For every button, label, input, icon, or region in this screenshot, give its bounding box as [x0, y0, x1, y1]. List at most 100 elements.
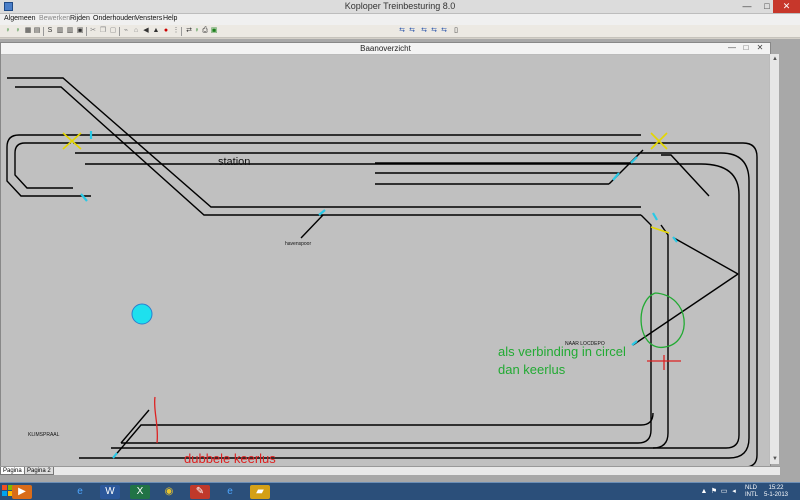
chrome-icon[interactable]: ◉	[159, 485, 179, 499]
tray-flag-icon[interactable]: ⚑	[710, 488, 718, 496]
menu-rijden[interactable]: Rijden	[70, 15, 90, 22]
train-icon[interactable]: ▲	[152, 27, 160, 35]
station-label: station	[218, 156, 251, 168]
block-marker	[631, 340, 638, 346]
tray-language-code: NLD	[745, 485, 758, 491]
media-player-icon[interactable]: ▶	[12, 485, 32, 499]
table-icon[interactable]: ▥	[66, 27, 74, 35]
layout-icon[interactable]: ▤	[33, 27, 41, 35]
s-icon[interactable]: S	[46, 27, 54, 35]
app-window: Koploper Treinbesturing 8.0 — □ ✕ Algeme…	[0, 0, 800, 482]
menu-help[interactable]: Help	[163, 15, 177, 22]
paint-icon[interactable]: ✎	[190, 485, 210, 499]
annotation-blue-dot	[131, 303, 153, 325]
block-marker	[672, 236, 678, 243]
internet-explorer-icon[interactable]: e	[220, 485, 240, 499]
klimspraal-label: KLIMSPRAAL	[28, 432, 60, 438]
annotation-note-green-line2: dan keerlus	[498, 362, 566, 377]
turnout-icon[interactable]: ⌁	[122, 27, 130, 35]
menu-onderhouden[interactable]: Onderhouden	[93, 15, 136, 22]
signal-icon[interactable]: ♀	[14, 27, 22, 35]
child-minimize-button[interactable]: —	[727, 44, 737, 53]
koploper-icon[interactable]: ▰	[250, 485, 270, 499]
scroll-up-arrow-icon[interactable]: ▲	[770, 54, 780, 64]
child-maximize-button[interactable]: □	[741, 44, 751, 53]
block-marker	[80, 193, 88, 202]
sound-icon[interactable]: ◀	[142, 27, 150, 35]
grid-icon[interactable]: ▦	[24, 27, 32, 35]
track-locdepo-2	[673, 237, 739, 275]
vertical-scrollbar[interactable]: ▲ ▼	[769, 54, 779, 464]
internet-explorer-icon[interactable]: e	[70, 485, 90, 499]
tray-date: 5-1-2013	[764, 492, 789, 498]
switch-e-icon[interactable]: ⇆	[440, 27, 448, 35]
word-icon[interactable]: W	[100, 485, 120, 499]
track-branch-outer	[661, 154, 710, 197]
track-branch-mid	[121, 214, 652, 444]
block-marker	[652, 212, 658, 221]
turnout-right-mid	[650, 226, 670, 234]
switch-a-icon[interactable]: ⇆	[398, 27, 406, 35]
annotation-note-red: dubbele keerlus	[184, 451, 276, 466]
table-icon[interactable]: ▥	[56, 27, 64, 35]
tray-language-layout: INTL	[745, 492, 759, 498]
annotation-green-circle	[640, 292, 685, 348]
switch-d-icon[interactable]: ⇆	[430, 27, 438, 35]
lock-icon[interactable]: ⌂	[132, 27, 140, 35]
page-tab-2[interactable]: Pagina 2	[24, 467, 54, 475]
toolbar-separator	[86, 27, 87, 36]
annotation-red-stroke	[153, 396, 159, 444]
tray-language[interactable]: NLD INTL	[745, 485, 758, 499]
page-icon[interactable]: ▯	[452, 27, 460, 35]
tray-time: 15:22	[768, 485, 784, 491]
annotation-note-green-line1: als verbinding in circel	[498, 344, 626, 359]
taskbar: ▶ e W X ◉ ✎ e ▰ ▲ ⚑ ▭ ◂ NLD INTL 15:22 5…	[0, 482, 800, 500]
track-klimspraal-2	[120, 409, 150, 444]
switch-icon[interactable]: ⇄	[185, 27, 193, 35]
signal-green-icon[interactable]: ♀	[4, 27, 12, 35]
block-marker	[612, 172, 620, 181]
export-icon[interactable]: ▣	[210, 27, 218, 35]
track-left-loop-inner	[14, 142, 73, 189]
stop-icon[interactable]: ●	[162, 27, 170, 35]
tray-clock[interactable]: 15:22 5-1-2013	[764, 485, 788, 499]
track-main-2	[73, 142, 758, 467]
turnout-right-top	[650, 132, 668, 150]
havenspoor-label: havenspoor	[285, 241, 312, 247]
tray-monitor-icon[interactable]: ▭	[720, 488, 728, 496]
track-locdepo	[632, 273, 739, 346]
block-marker	[112, 452, 118, 459]
menu-bewerken[interactable]: Bewerken	[39, 15, 70, 22]
menu-algemeen[interactable]: Algemeen	[4, 15, 36, 22]
paste-icon[interactable]: ▢	[109, 27, 117, 35]
scroll-down-arrow-icon[interactable]: ▼	[770, 454, 780, 464]
minimize-button[interactable]: —	[736, 0, 758, 13]
toolbar-separator	[181, 27, 182, 36]
menu-bar: Algemeen Bewerken Rijden Onderhouden Ven…	[0, 14, 800, 25]
track-overview-title: Baanoverzicht	[360, 44, 411, 53]
signal-icon[interactable]: ♀	[193, 27, 201, 35]
toolbar-separator	[119, 27, 120, 36]
menu-vensters[interactable]: Vensters	[135, 15, 162, 22]
excel-icon[interactable]: X	[130, 485, 150, 499]
table-icon[interactable]: ▣	[76, 27, 84, 35]
switch-b-icon[interactable]: ⇆	[408, 27, 416, 35]
close-button[interactable]: ✕	[773, 0, 800, 13]
tray-arrow-icon[interactable]: ▲	[700, 488, 708, 496]
block-marker	[630, 156, 638, 164]
tray-volume-icon[interactable]: ◂	[730, 488, 738, 496]
toolbar: ♀ ♀ ▦ ▤ S ▥ ▥ ▣ ✂ ❐ ▢ ⌁ ⌂ ◀ ▲ ● ⋮ ⇄ ♀ ⎙ …	[0, 25, 800, 38]
app-title-bar[interactable]: Koploper Treinbesturing 8.0 — □ ✕	[0, 0, 800, 14]
print-icon[interactable]: ⎙	[201, 27, 209, 35]
track-havenspoor	[300, 214, 324, 239]
page-tab-strip: Pagina 1 Pagina 2	[0, 466, 780, 475]
switch-c-icon[interactable]: ⇆	[420, 27, 428, 35]
child-close-button[interactable]: ✕	[755, 44, 765, 53]
block-marker	[318, 209, 326, 216]
track-layout-svg	[6, 77, 758, 467]
route-icon[interactable]: ⋮	[172, 27, 180, 35]
cut-icon[interactable]: ✂	[89, 27, 97, 35]
copy-icon[interactable]: ❐	[99, 27, 107, 35]
track-overview-title-bar[interactable]: Baanoverzicht — □ ✕	[1, 43, 770, 55]
track-layout-canvas[interactable]: station havenspoor NAAR LOCDEPO KLIMSPRA…	[1, 55, 770, 467]
